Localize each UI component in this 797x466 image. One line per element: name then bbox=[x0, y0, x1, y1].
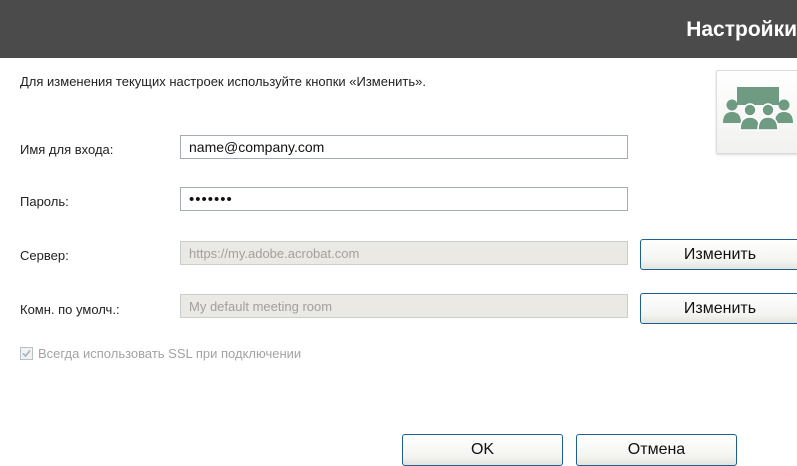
room-label: Комн. по умолч.: bbox=[20, 302, 120, 317]
header-bar: Настройки bbox=[0, 0, 797, 58]
ssl-checkbox bbox=[20, 346, 33, 360]
server-input bbox=[180, 241, 628, 265]
login-label: Имя для входа: bbox=[20, 142, 114, 157]
ssl-option: Всегда использовать SSL при подключении bbox=[20, 345, 301, 361]
login-input[interactable] bbox=[180, 135, 628, 159]
ok-button[interactable]: OK bbox=[402, 434, 563, 466]
change-room-button[interactable]: Изменить bbox=[640, 293, 797, 324]
cancel-button[interactable]: Отмена bbox=[576, 434, 737, 466]
checkmark-icon bbox=[22, 349, 31, 357]
room-input bbox=[180, 294, 628, 318]
server-label: Сервер: bbox=[20, 248, 69, 263]
password-input[interactable] bbox=[180, 187, 628, 211]
ssl-label: Всегда использовать SSL при подключении bbox=[38, 345, 302, 361]
intro-text: Для изменения текущих настроек используй… bbox=[20, 74, 426, 89]
password-label: Пароль: bbox=[20, 194, 69, 209]
dialog-title: Настройки bbox=[686, 18, 797, 41]
meeting-room-icon bbox=[716, 70, 797, 154]
change-server-button[interactable]: Изменить bbox=[640, 239, 797, 270]
